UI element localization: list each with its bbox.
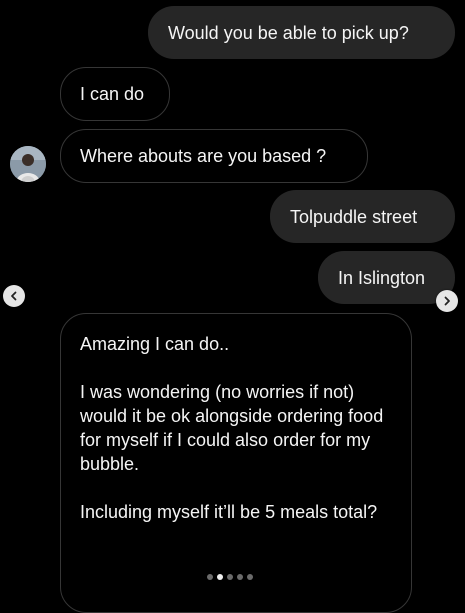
pagination-dot[interactable] bbox=[207, 574, 213, 580]
message-text: Tolpuddle street bbox=[290, 206, 418, 227]
chevron-left-icon bbox=[11, 291, 17, 301]
message-paragraph: Including myself it’ll be 5 meals total? bbox=[80, 502, 378, 522]
pagination-dot[interactable] bbox=[247, 574, 253, 580]
message-bubble-received[interactable]: Amazing I can do.. I was wondering (no w… bbox=[60, 313, 412, 613]
message-paragraph: I was wondering (no worries if not) woul… bbox=[80, 382, 384, 474]
message-bubble-received[interactable]: Where abouts are you based ? bbox=[60, 129, 368, 183]
pagination-dot[interactable] bbox=[227, 574, 233, 580]
message-text: I can do bbox=[80, 84, 145, 104]
pagination-dot[interactable] bbox=[237, 574, 243, 580]
message-bubble-received[interactable]: I can do bbox=[60, 67, 170, 121]
message-bubble-sent[interactable]: Tolpuddle street bbox=[270, 190, 455, 243]
message-text: In Islington bbox=[338, 267, 426, 288]
message-text: Where abouts are you based ? bbox=[80, 146, 327, 166]
pagination-dot-active[interactable] bbox=[217, 574, 223, 580]
chevron-right-icon bbox=[444, 296, 450, 306]
carousel-pagination bbox=[207, 574, 253, 580]
message-paragraph: Amazing I can do.. bbox=[80, 334, 230, 354]
next-image-button[interactable] bbox=[436, 290, 458, 312]
message-bubble-sent[interactable]: In Islington bbox=[318, 251, 455, 304]
previous-image-button[interactable] bbox=[3, 285, 25, 307]
avatar[interactable] bbox=[10, 146, 46, 182]
message-text: Would you be able to pick up? bbox=[168, 22, 409, 43]
avatar-photo-icon bbox=[10, 146, 46, 182]
message-bubble-sent[interactable]: Would you be able to pick up? bbox=[148, 6, 455, 59]
